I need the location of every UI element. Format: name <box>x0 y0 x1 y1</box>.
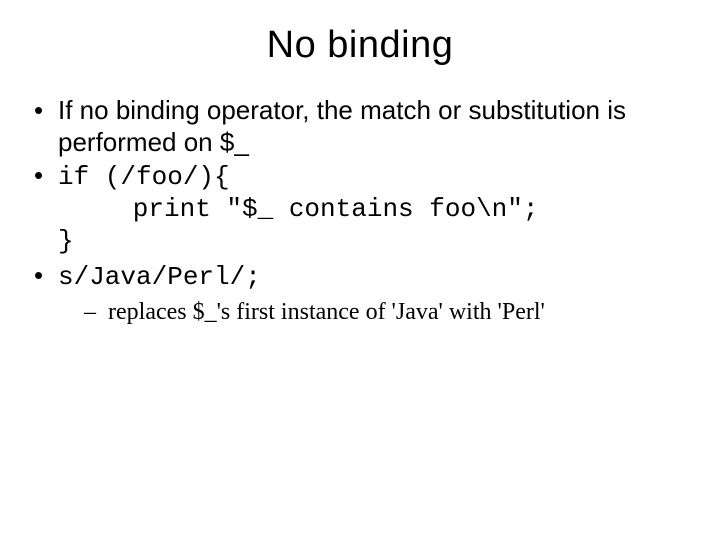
sub-bullet-1-text: replaces $_'s first instance of 'Java' w… <box>108 299 545 325</box>
code-line-3: } <box>58 226 696 258</box>
slide-title: No binding <box>24 24 696 67</box>
slide: No binding If no binding operator, the m… <box>0 0 720 540</box>
sub-bullet-1: replaces $_'s first instance of 'Java' w… <box>84 297 696 327</box>
sub-bullet-list: replaces $_'s first instance of 'Java' w… <box>58 297 696 327</box>
bullet-1: If no binding operator, the match or sub… <box>30 95 696 158</box>
bullet-3: s/Java/Perl/; replaces $_'s first instan… <box>30 260 696 328</box>
code-line-1: if (/foo/){ <box>58 162 230 192</box>
code-line-2: print "$_ contains foo\n"; <box>58 194 696 226</box>
bullet-list: If no binding operator, the match or sub… <box>24 95 696 327</box>
bullet-1-text: If no binding operator, the match or sub… <box>58 95 626 157</box>
code-line-4: s/Java/Perl/; <box>58 262 261 292</box>
bullet-2: if (/foo/){ print "$_ contains foo\n"; } <box>30 160 696 257</box>
